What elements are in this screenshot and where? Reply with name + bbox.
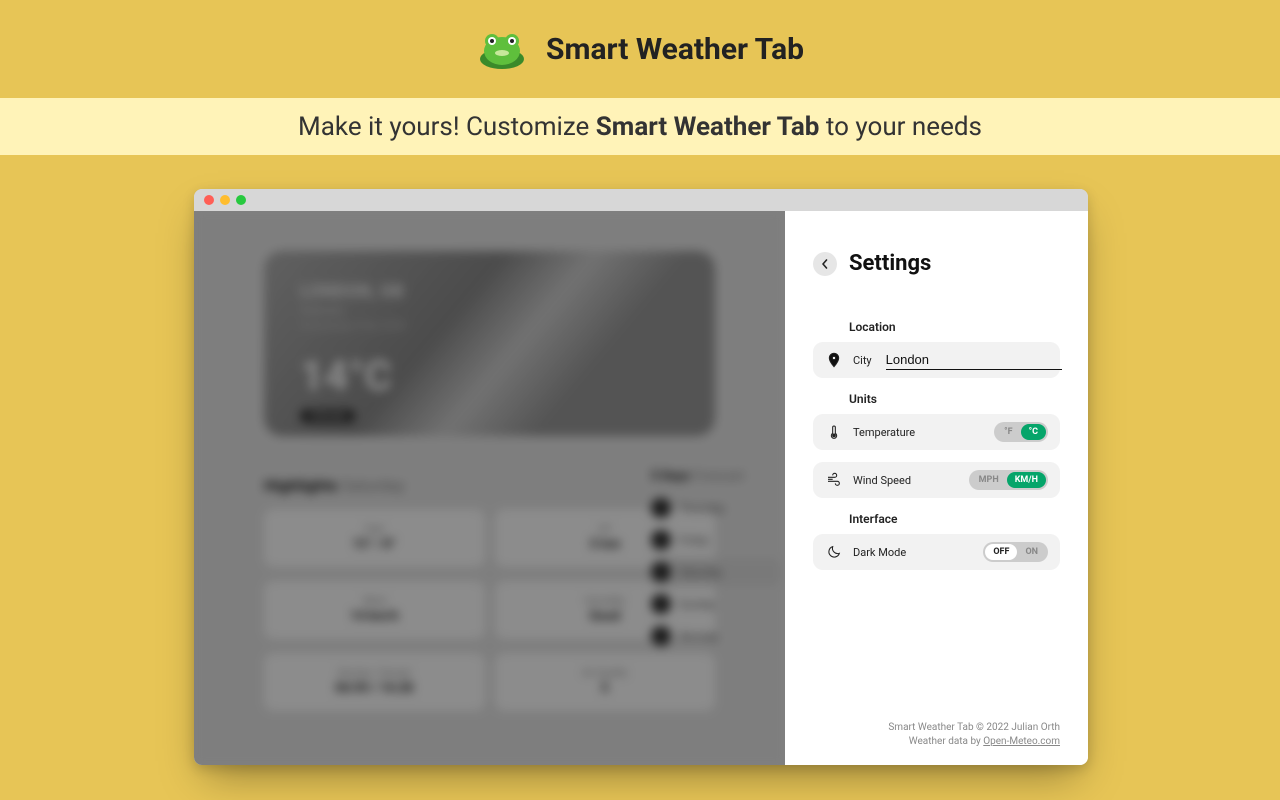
window-minimize-icon[interactable] [220, 195, 230, 205]
dark-mode-label: Dark Mode [853, 546, 906, 559]
temperature-toggle[interactable]: °F °C [994, 422, 1048, 442]
wind-toggle-kmh[interactable]: KM/H [1007, 472, 1046, 488]
highlight-tile: Sunrise / Sunset06:59 / 16:28 [264, 653, 485, 711]
subheader-bold: Smart Weather Tab [596, 112, 820, 142]
page-header: Smart Weather Tab [0, 0, 1280, 98]
forecast-section: 5 Days Forecast ThursdayFridaySaturdaySu… [651, 469, 781, 650]
forecast-item[interactable]: Friday [651, 526, 781, 554]
card-date: Wednesday, 4 Dec 2024 [300, 321, 679, 332]
forecast-item[interactable]: Saturday [651, 558, 781, 586]
highlight-tile: UV3 low [495, 509, 716, 567]
section-label-interface: Interface [849, 512, 1060, 526]
location-card: LONDON, GB Overcast Wednesday, 4 Dec 202… [264, 251, 715, 436]
forecast-item[interactable]: Sunday [651, 590, 781, 618]
dark-toggle-on[interactable]: ON [1017, 544, 1046, 560]
temperature-label: Temperature [853, 426, 915, 439]
moon-icon [825, 543, 843, 561]
temp-toggle-f[interactable]: °F [996, 424, 1020, 440]
card-condition: Overcast [300, 304, 679, 317]
settings-title: Settings [849, 251, 931, 276]
wind-row: Wind Speed MPH KM/H [813, 462, 1060, 498]
highlight-tile: Air Quality5 [495, 653, 716, 711]
wind-toggle-mph[interactable]: MPH [971, 472, 1007, 488]
city-input[interactable] [886, 350, 1062, 370]
window-close-icon[interactable] [204, 195, 214, 205]
highlight-tile: Wind14 km/h [264, 581, 485, 639]
section-label-units: Units [849, 392, 1060, 406]
card-city: LONDON, GB [300, 281, 679, 302]
settings-panel: Settings Location City Units Temperature [785, 211, 1088, 765]
card-badge: Overcast [300, 409, 355, 423]
wind-label: Wind Speed [853, 474, 911, 487]
thermometer-icon [825, 423, 843, 441]
forecast-item[interactable]: Monday [651, 622, 781, 650]
footer-prefix: Weather data by [909, 736, 983, 747]
highlight-tile: HumidityGood [495, 581, 716, 639]
back-button[interactable] [813, 252, 837, 276]
wind-toggle[interactable]: MPH KM/H [969, 470, 1048, 490]
forecast-item[interactable]: Thursday [651, 494, 781, 522]
page-title: Smart Weather Tab [546, 32, 804, 67]
main-pane-blurred: LONDON, GB Overcast Wednesday, 4 Dec 202… [194, 211, 785, 765]
wind-icon [825, 471, 843, 489]
pin-icon [825, 351, 843, 369]
dark-toggle-off[interactable]: OFF [985, 544, 1017, 560]
frog-icon [476, 29, 528, 69]
section-label-location: Location [849, 320, 1060, 334]
window-maximize-icon[interactable] [236, 195, 246, 205]
subheader-suffix: to your needs [819, 112, 982, 142]
window-titlebar [194, 189, 1088, 211]
city-label: City [853, 354, 872, 367]
dark-mode-row: Dark Mode OFF ON [813, 534, 1060, 570]
footer-link[interactable]: Open-Meteo.com [983, 736, 1060, 747]
footer-copyright: Smart Weather Tab © 2022 Julian Orth [813, 721, 1060, 735]
page-subheader: Make it yours! Customize Smart Weather T… [0, 98, 1280, 155]
dark-mode-toggle[interactable]: OFF ON [983, 542, 1048, 562]
highlights-heading: Highlights Saturday [264, 476, 715, 495]
location-city-row: City [813, 342, 1060, 378]
card-temp: 14°C [300, 352, 679, 401]
temperature-row: Temperature °F °C [813, 414, 1060, 450]
panel-footer: Smart Weather Tab © 2022 Julian Orth Wea… [813, 721, 1060, 749]
temp-toggle-c[interactable]: °C [1021, 424, 1046, 440]
subheader-prefix: Make it yours! Customize [298, 112, 596, 142]
app-window: LONDON, GB Overcast Wednesday, 4 Dec 202… [194, 189, 1088, 765]
highlight-tile: Feel13° / 8° [264, 509, 485, 567]
